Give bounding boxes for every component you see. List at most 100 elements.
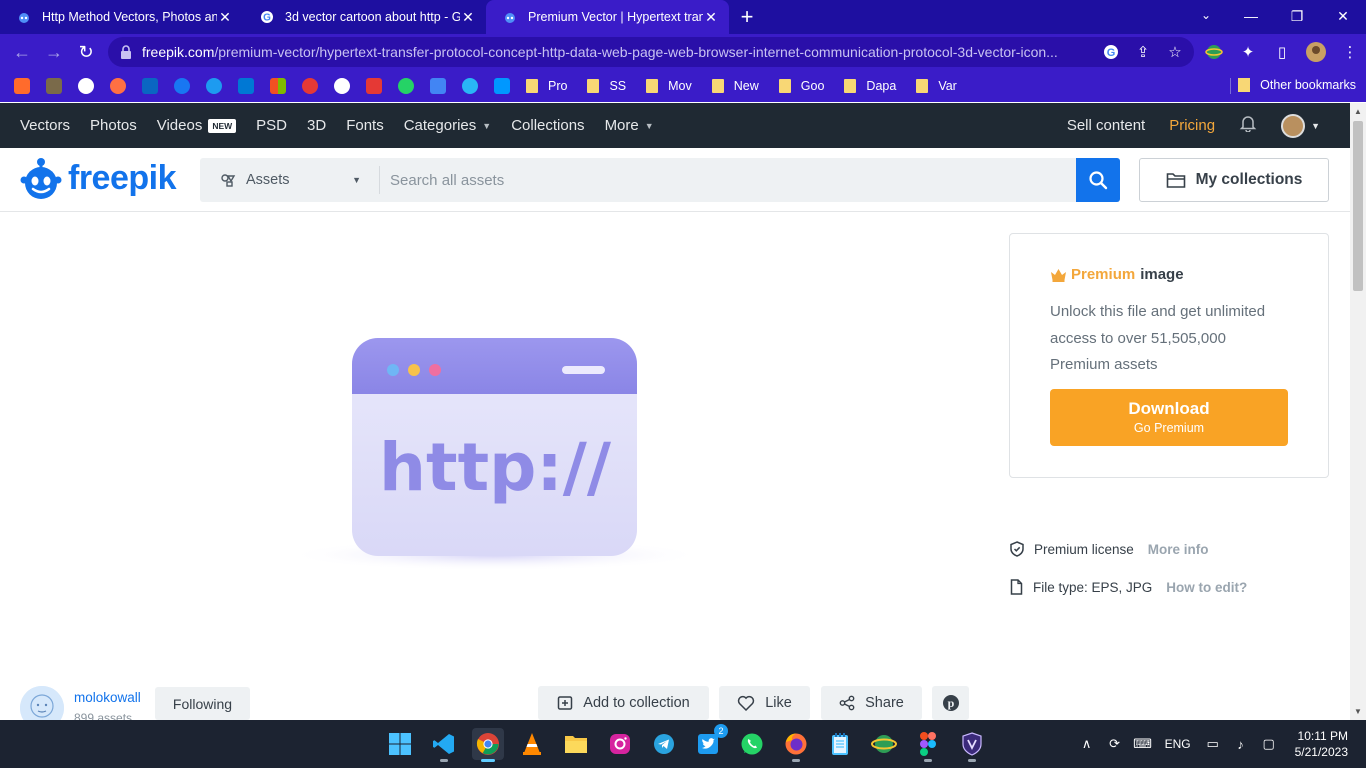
nav-collections[interactable]: Collections: [511, 117, 584, 134]
nav-fonts[interactable]: Fonts: [346, 117, 384, 134]
taskbar-clock[interactable]: 10:11 PM 5/21/2023: [1295, 728, 1348, 760]
nav-photos[interactable]: Photos: [90, 117, 137, 134]
facebook-icon[interactable]: [174, 78, 190, 94]
tab-search-chevron-icon[interactable]: ⌄: [1194, 0, 1218, 30]
instagram-taskbar-icon[interactable]: [604, 728, 636, 760]
side-panel-icon[interactable]: ▯: [1272, 42, 1292, 62]
search-input[interactable]: [380, 158, 1076, 202]
telegram-taskbar-icon[interactable]: [648, 728, 680, 760]
download-button[interactable]: Download Go Premium: [1050, 388, 1288, 446]
address-bar[interactable]: freepik.com/premium-vector/hypertext-tra…: [108, 37, 1194, 67]
pricing-link[interactable]: Pricing: [1169, 117, 1215, 134]
scrollbar-thumb[interactable]: [1353, 121, 1363, 291]
nav-categories[interactable]: Categories ▼: [404, 117, 491, 134]
forward-arrow-icon[interactable]: →: [38, 42, 70, 63]
whatsapp-icon[interactable]: [398, 78, 414, 94]
pinterest-button[interactable]: p: [932, 686, 969, 720]
bookmark-app-icon[interactable]: [46, 78, 62, 94]
nav-3d[interactable]: 3D: [307, 117, 326, 134]
bookmark-folder-goo[interactable]: Goo: [778, 79, 824, 93]
tab-http-method-vectors[interactable]: Http Method Vectors, Photos and ✕: [0, 0, 243, 34]
new-tab-button[interactable]: +: [729, 0, 765, 34]
reload-icon[interactable]: ↻: [70, 42, 102, 63]
other-bookmarks-folder[interactable]: Other bookmarks: [1238, 78, 1356, 92]
notification-bell-icon[interactable]: [1239, 114, 1257, 137]
globe-icon[interactable]: [334, 78, 350, 94]
extensions-puzzle-icon[interactable]: ✦: [1238, 42, 1258, 62]
todoist-icon[interactable]: [366, 78, 382, 94]
twitter-taskbar-icon[interactable]: 2: [692, 724, 728, 760]
close-tab-icon[interactable]: ✕: [703, 9, 719, 26]
language-indicator[interactable]: ENG: [1157, 737, 1199, 751]
linkedin-icon[interactable]: [142, 78, 158, 94]
firefox-taskbar-icon[interactable]: [780, 728, 812, 762]
my-collections-button[interactable]: My collections: [1139, 158, 1329, 202]
chrome-taskbar-icon[interactable]: [472, 728, 504, 762]
share-button[interactable]: Share: [821, 686, 922, 720]
close-tab-icon[interactable]: ✕: [217, 9, 233, 26]
sync-icon[interactable]: ⟳: [1101, 736, 1129, 752]
internet-download-manager-icon[interactable]: [868, 728, 900, 760]
bookmark-star-icon[interactable]: ☆: [1166, 43, 1184, 61]
freepik-logo[interactable]: freepik: [20, 156, 177, 200]
sell-content-link[interactable]: Sell content: [1067, 117, 1145, 134]
bookmark-app-icon[interactable]: [14, 78, 30, 94]
github-icon[interactable]: [78, 78, 94, 94]
user-menu[interactable]: ▼: [1281, 113, 1320, 138]
battery-icon[interactable]: ▢: [1255, 736, 1283, 752]
bookmark-folder-pro[interactable]: Pro: [526, 79, 567, 93]
nav-psd[interactable]: PSD: [256, 117, 287, 134]
scroll-down-icon[interactable]: ▼: [1350, 707, 1366, 716]
microsoft-icon[interactable]: [270, 78, 286, 94]
asset-preview-image[interactable]: http://: [270, 320, 720, 590]
bookmark-folder-mov[interactable]: Mov: [646, 79, 692, 93]
tab-3d-vector-google[interactable]: G 3d vector cartoon about http - G ✕: [243, 0, 486, 34]
share-page-icon[interactable]: ⇪: [1134, 43, 1152, 61]
outlook-icon[interactable]: [238, 78, 254, 94]
search-button[interactable]: [1076, 158, 1120, 202]
author-name[interactable]: molokowall: [74, 690, 141, 705]
file-explorer-taskbar-icon[interactable]: [560, 728, 592, 760]
windows-start-icon[interactable]: [384, 728, 416, 760]
network-icon[interactable]: ▭: [1199, 736, 1227, 752]
figma-taskbar-icon[interactable]: [912, 728, 944, 762]
whatsapp-taskbar-icon[interactable]: [736, 728, 768, 760]
page-scrollbar[interactable]: ▲ ▼: [1350, 103, 1366, 720]
scroll-up-icon[interactable]: ▲: [1350, 107, 1366, 116]
bookmark-folder-ss[interactable]: SS: [587, 79, 626, 93]
google-lens-icon[interactable]: G: [1102, 43, 1120, 61]
close-window-icon[interactable]: ✕: [1320, 0, 1366, 34]
nav-more[interactable]: More ▼: [605, 117, 654, 134]
keyboard-icon[interactable]: ⌨: [1129, 736, 1157, 752]
like-button[interactable]: Like: [719, 686, 810, 720]
following-button[interactable]: Following: [155, 687, 250, 720]
google-translate-icon[interactable]: [430, 78, 446, 94]
chrome-menu-icon[interactable]: ⋮: [1340, 42, 1360, 62]
app-shield-taskbar-icon[interactable]: [956, 728, 988, 762]
back-arrow-icon[interactable]: ←: [6, 42, 38, 63]
vscode-icon[interactable]: [494, 78, 510, 94]
notepad-taskbar-icon[interactable]: [824, 728, 856, 760]
twitter-icon[interactable]: [206, 78, 222, 94]
bookmark-app-icon[interactable]: [110, 78, 126, 94]
chevron-up-icon[interactable]: ∧: [1073, 736, 1101, 752]
bookmark-folder-var[interactable]: Var: [916, 79, 957, 93]
more-info-link[interactable]: More info: [1148, 542, 1209, 557]
how-to-edit-link[interactable]: How to edit?: [1166, 580, 1247, 595]
bookmark-app-icon[interactable]: [302, 78, 318, 94]
nav-vectors[interactable]: Vectors: [20, 117, 70, 134]
tab-premium-vector[interactable]: Premium Vector | Hypertext trans ✕: [486, 0, 729, 34]
bookmark-folder-new[interactable]: New: [711, 79, 759, 93]
paw-icon[interactable]: [462, 78, 478, 94]
asset-type-dropdown[interactable]: Assets ▼: [200, 166, 380, 194]
minimize-icon[interactable]: —: [1228, 0, 1274, 34]
bookmark-folder-dapa[interactable]: Dapa: [844, 79, 896, 93]
vlc-taskbar-icon[interactable]: [516, 728, 548, 760]
close-tab-icon[interactable]: ✕: [460, 9, 476, 26]
nav-videos[interactable]: Videos NEW: [157, 117, 237, 134]
vscode-taskbar-icon[interactable]: [428, 728, 460, 762]
extension-globe-icon[interactable]: [1204, 42, 1224, 62]
add-to-collection-button[interactable]: Add to collection: [538, 686, 709, 720]
volume-icon[interactable]: ♪: [1227, 737, 1255, 752]
restore-icon[interactable]: ❐: [1274, 0, 1320, 34]
